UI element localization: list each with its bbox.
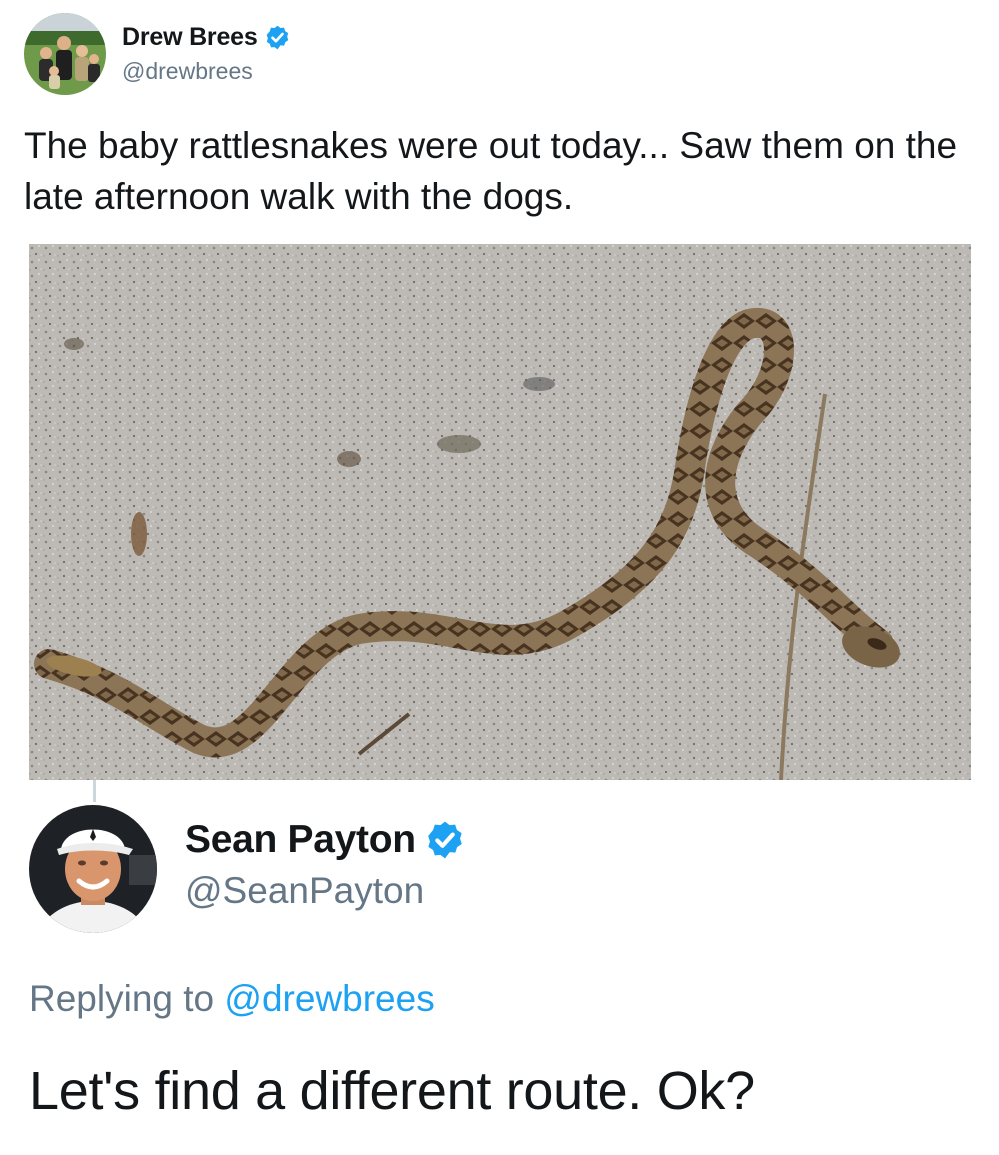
name-row: Sean Payton	[185, 818, 466, 862]
name-row: Drew Brees	[122, 23, 291, 52]
mention-link[interactable]: @drewbrees	[224, 978, 434, 1019]
avatar[interactable]	[24, 13, 106, 95]
author-handle[interactable]: @SeanPayton	[185, 870, 466, 912]
author-name[interactable]: Drew Brees	[122, 23, 258, 52]
tweet-text: The baby rattlesnakes were out today... …	[24, 125, 958, 217]
verified-badge-icon	[266, 25, 288, 50]
tweet-photo[interactable]	[29, 244, 971, 780]
author-name[interactable]: Sean Payton	[185, 818, 416, 862]
author-handle[interactable]: @drewbrees	[122, 58, 291, 85]
avatar[interactable]	[29, 805, 157, 933]
thread-connector	[93, 780, 96, 802]
reply-author-info: Sean Payton @SeanPayton	[185, 818, 466, 912]
reply-text: Let's find a different route. Ok?	[29, 1061, 755, 1121]
tweet-header: Drew Brees @drewbrees	[24, 12, 291, 96]
replying-to-line: Replying to @drewbrees	[29, 978, 435, 1020]
replying-to-prefix: Replying to	[29, 978, 215, 1019]
author-info: Drew Brees @drewbrees	[122, 23, 291, 85]
verified-badge-icon	[427, 821, 462, 859]
